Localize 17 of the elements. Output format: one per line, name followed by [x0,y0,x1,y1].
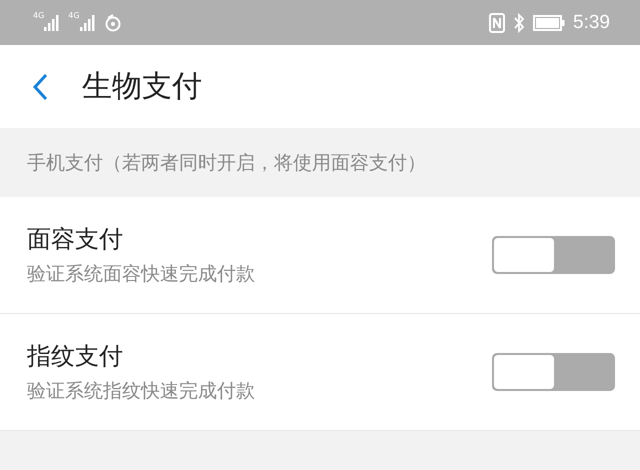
toggle-switch[interactable] [492,236,615,274]
setting-title: 面容支付 [27,224,124,255]
network-type: 4G [68,10,80,20]
nfc-icon [489,12,506,32]
signal-icon [44,14,60,30]
toggle-switch[interactable] [492,353,615,391]
setting-description: 验证系统指纹快速完成付款 [27,379,255,404]
section-title: 手机支付（若两者同时开启，将使用面容支付） [27,150,426,176]
setting-title: 指纹支付 [27,341,124,372]
bluetooth-icon [513,12,526,32]
setting-description: 验证系统面容快速完成付款 [27,262,255,287]
app-icon [104,14,122,32]
signal-icon [80,14,96,30]
page-title: 生物支付 [82,68,202,106]
network-type: 4G [33,10,44,20]
clock: 5:39 [573,12,610,34]
battery-icon [533,14,566,30]
